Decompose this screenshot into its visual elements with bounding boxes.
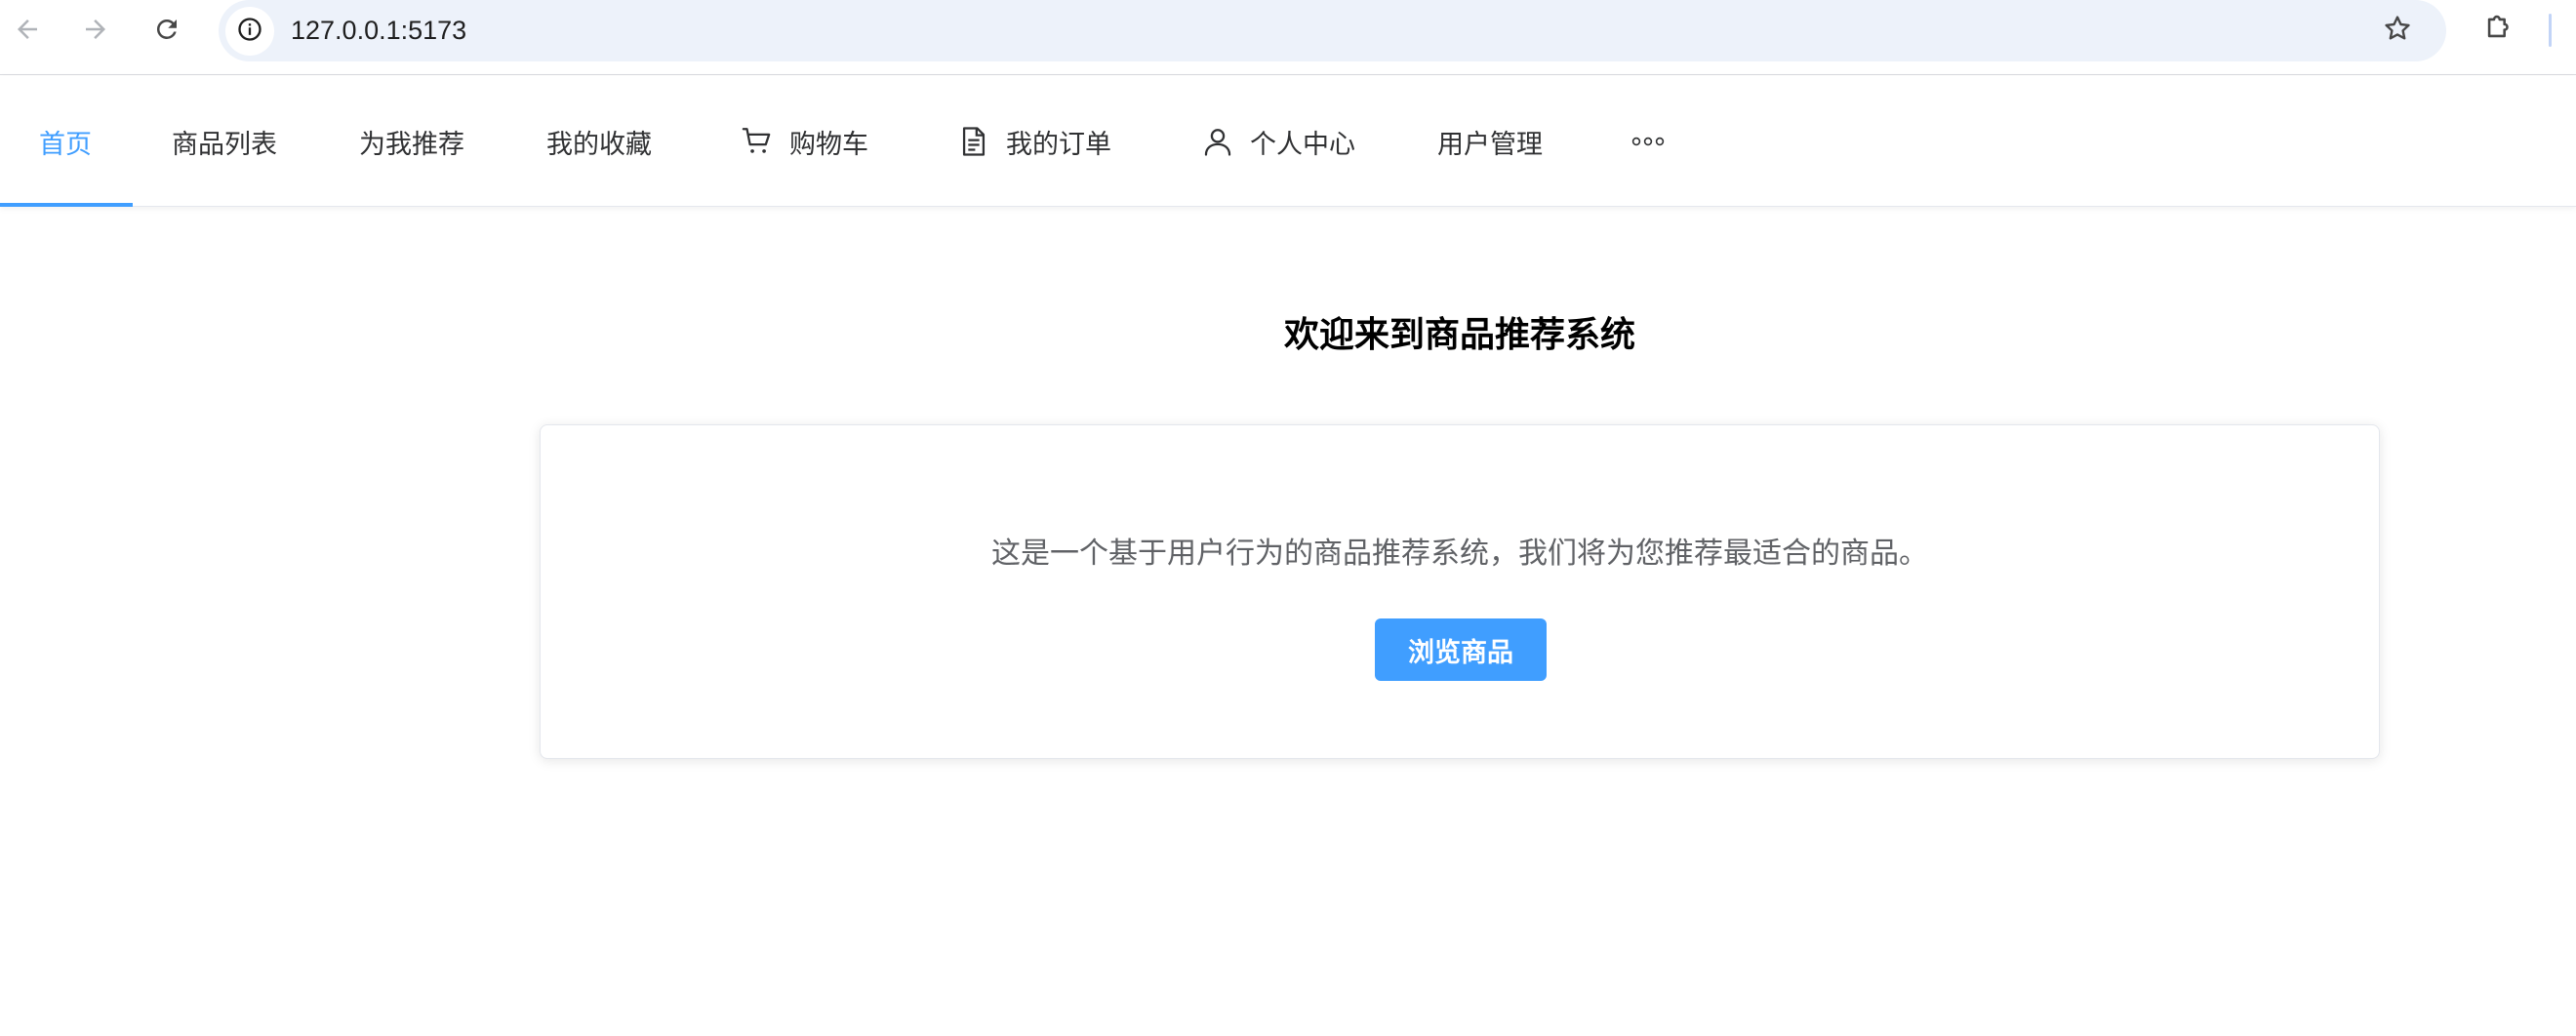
nav-item-label: 为我推荐 bbox=[359, 129, 464, 160]
reload-icon bbox=[152, 15, 181, 44]
document-icon bbox=[957, 125, 990, 158]
site-info-button[interactable] bbox=[225, 7, 274, 56]
welcome-card: 这是一个基于用户行为的商品推荐系统，我们将为您推荐最适合的商品。 浏览商品 bbox=[540, 424, 2380, 759]
page-title: 欢迎来到商品推荐系统 bbox=[1283, 315, 1635, 355]
nav-item-label: 用户管理 bbox=[1437, 129, 1543, 160]
info-icon bbox=[236, 16, 263, 47]
nav-item-recommend[interactable]: 为我推荐 bbox=[359, 76, 464, 207]
nav-item-cart[interactable]: 购物车 bbox=[741, 76, 868, 207]
nav-item-profile[interactable]: 个人中心 bbox=[1201, 76, 1355, 207]
back-button[interactable] bbox=[6, 8, 49, 51]
nav-item-product-list[interactable]: 商品列表 bbox=[172, 76, 277, 207]
nav-item-label: 商品列表 bbox=[172, 129, 277, 160]
address-bar[interactable]: 127.0.0.1:5173 bbox=[219, 0, 2446, 61]
more-dots-icon bbox=[1630, 133, 1666, 151]
nav-item-label: 首页 bbox=[39, 129, 92, 160]
nav-item-label: 我的收藏 bbox=[546, 129, 652, 160]
top-nav-menu: 首页 商品列表 为我推荐 我的收藏 购物车 我的订单 个人中心 用户管理 bbox=[0, 76, 2576, 207]
back-arrow-icon bbox=[13, 15, 42, 44]
forward-arrow-icon bbox=[81, 15, 110, 44]
more-menu-button[interactable] bbox=[1626, 76, 1670, 207]
cart-icon bbox=[741, 125, 774, 158]
nav-item-home[interactable]: 首页 bbox=[39, 76, 92, 207]
star-icon bbox=[2382, 13, 2413, 48]
nav-item-label: 我的订单 bbox=[1006, 129, 1111, 160]
bookmark-button[interactable] bbox=[2375, 8, 2420, 53]
welcome-description: 这是一个基于用户行为的商品推荐系统，我们将为您推荐最适合的商品。 bbox=[991, 537, 1928, 571]
profile-indicator bbox=[2549, 14, 2552, 47]
puzzle-icon bbox=[2482, 10, 2516, 47]
nav-item-favorites[interactable]: 我的收藏 bbox=[546, 76, 652, 207]
page-title-container: 欢迎来到商品推荐系统 bbox=[540, 314, 2380, 357]
active-tab-indicator bbox=[0, 203, 133, 207]
browser-toolbar: 127.0.0.1:5173 bbox=[0, 0, 2576, 75]
browse-products-button[interactable]: 浏览商品 bbox=[1375, 618, 1547, 681]
nav-item-label: 购物车 bbox=[789, 129, 868, 160]
nav-item-user-management[interactable]: 用户管理 bbox=[1437, 76, 1543, 207]
extensions-button[interactable] bbox=[2476, 6, 2521, 51]
nav-item-orders[interactable]: 我的订单 bbox=[957, 76, 1111, 207]
user-icon bbox=[1201, 125, 1234, 158]
url-text[interactable]: 127.0.0.1:5173 bbox=[291, 14, 466, 47]
reload-button[interactable] bbox=[145, 8, 188, 51]
forward-button[interactable] bbox=[74, 8, 117, 51]
nav-item-label: 个人中心 bbox=[1250, 129, 1355, 160]
